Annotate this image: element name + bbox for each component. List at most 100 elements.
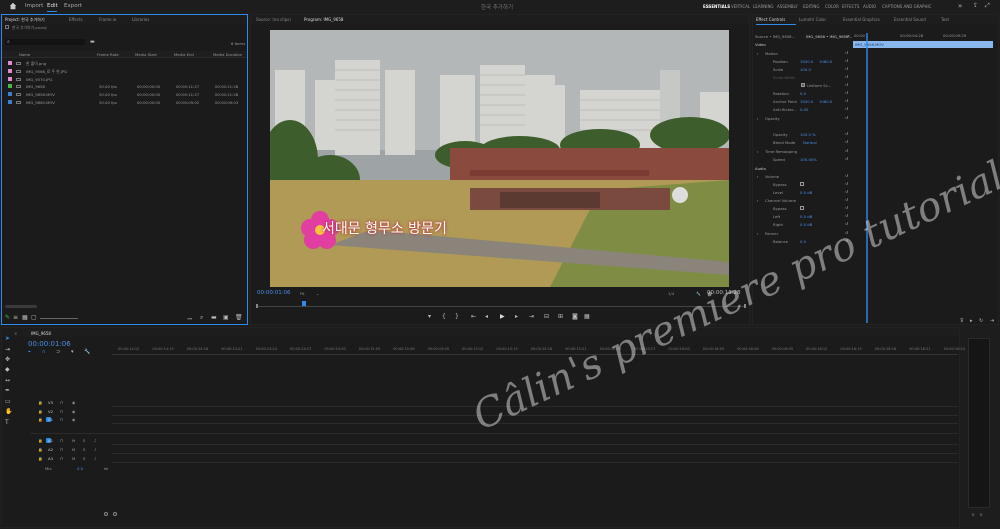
ec-export-icon[interactable]: ⇥ xyxy=(990,318,994,324)
ec-row-bypass[interactable]: Bypass ↺ xyxy=(753,181,853,188)
workspace-vertical[interactable]: VERTICAL xyxy=(731,4,750,9)
selection-tool-icon[interactable]: ➤ xyxy=(5,336,10,342)
ec-value[interactable]: 0.0 dB xyxy=(800,190,812,195)
tab-essential-graphics[interactable]: Essential Graphics xyxy=(843,17,880,22)
label-color-swatch[interactable] xyxy=(8,61,12,65)
ec-value[interactable]: 100.0 xyxy=(800,67,811,72)
tab-program[interactable]: Program: IMG_9658 xyxy=(304,17,343,22)
col-media-start[interactable]: Media Start xyxy=(135,52,157,57)
workspace-captions[interactable]: CAPTIONS AND GRAPHIC xyxy=(882,4,931,9)
ec-row-level[interactable]: Level 0.0 dB ↺ xyxy=(753,189,853,196)
ec-play-audio-icon[interactable]: ▸ xyxy=(970,318,973,324)
mute-button[interactable]: M xyxy=(72,438,75,443)
sort-icon[interactable]: ≡▾ xyxy=(187,316,192,321)
reset-icon[interactable]: ↺ xyxy=(845,66,848,71)
sync-lock-icon[interactable]: ⊓ xyxy=(60,409,63,414)
checkbox[interactable] xyxy=(801,83,805,87)
new-bin-footer-icon[interactable]: ▬ xyxy=(211,315,217,321)
ec-row-remap[interactable]: › Time Remapping ↺ xyxy=(753,148,853,155)
mute-button[interactable]: M xyxy=(72,447,75,452)
zoom-handle-right[interactable] xyxy=(113,512,117,516)
ec-row-bypass2[interactable]: Bypass ↺ xyxy=(753,205,853,212)
reset-icon[interactable]: ↺ xyxy=(845,181,848,186)
marker-icon[interactable]: ▾ xyxy=(428,314,431,320)
workspace-audio[interactable]: AUDIO xyxy=(863,4,876,9)
ec-row-motion[interactable]: › Motion ↺ xyxy=(753,50,853,57)
freeform-view-icon[interactable]: ▢ xyxy=(31,315,37,321)
ec-value[interactable]: Normal xyxy=(803,140,817,145)
workspace-essentials[interactable]: ESSENTIALS xyxy=(703,4,730,9)
ec-play-icon[interactable]: ▸ xyxy=(848,33,850,38)
ec-value[interactable]: 0.0 xyxy=(800,91,806,96)
reset-icon[interactable]: ↺ xyxy=(845,50,848,55)
ec-row-antiflicker[interactable]: Anti-flicker... 0.00 ↺ xyxy=(753,106,853,113)
checkbox[interactable] xyxy=(800,182,804,186)
label-color-swatch[interactable] xyxy=(8,84,12,89)
project-row[interactable]: IMG_9658.MOV 30.00 fps 00:00:00:00 00:00:11… xyxy=(4,91,247,98)
settings-wrench-icon[interactable]: 🔧 xyxy=(84,349,90,355)
reset-icon[interactable]: ↺ xyxy=(845,58,848,63)
reset-icon[interactable]: ↺ xyxy=(845,74,848,79)
project-row[interactable]: IMG_9658 30.00 fps 00:00:00:00 00:00:11:27 0… xyxy=(4,83,247,90)
expand-chevron-icon[interactable]: › xyxy=(757,231,759,236)
step-back-icon[interactable]: ◂ xyxy=(485,314,488,320)
menu-chevron-icon[interactable]: » xyxy=(958,3,962,10)
horizontal-scrollbar[interactable] xyxy=(5,305,37,308)
mark-out-icon[interactable]: } xyxy=(455,314,459,320)
type-tool-icon[interactable]: T xyxy=(5,420,9,426)
reset-icon[interactable]: ↺ xyxy=(845,82,848,87)
expand-chevron-icon[interactable]: › xyxy=(757,51,759,56)
fullscreen-icon[interactable]: ⤢ xyxy=(985,3,990,9)
home-icon[interactable] xyxy=(9,2,17,10)
ec-value[interactable]: 1920.0 xyxy=(800,99,813,104)
ec-row-uniform[interactable]: Uniform Sc... ↺ xyxy=(753,82,853,89)
ec-value[interactable]: 1080.0 xyxy=(819,99,832,104)
solo-right[interactable]: S xyxy=(980,512,982,517)
col-media-end[interactable]: Media End xyxy=(174,52,194,57)
share-icon[interactable]: ⇪ xyxy=(973,3,978,9)
ec-value[interactable]: 0.0 dB xyxy=(800,222,812,227)
ec-row-blend[interactable]: Blend Mode Normal ↺ xyxy=(753,139,853,146)
comparison-icon[interactable]: ▦ xyxy=(584,314,590,320)
nest-icon[interactable]: ⌖ xyxy=(28,349,31,355)
linked-selection-icon[interactable]: ⊃ xyxy=(56,349,60,355)
expand-chevron-icon[interactable]: › xyxy=(757,149,759,154)
new-item-icon[interactable]: ▣ xyxy=(223,315,229,321)
snap-icon[interactable]: ∩ xyxy=(42,349,46,355)
workspace-effects[interactable]: EFFECTS xyxy=(842,4,859,9)
mic-icon[interactable]: ♪ xyxy=(94,456,96,461)
timeline-timecode[interactable]: 00:00:01:06 xyxy=(28,340,71,348)
expand-chevron-icon[interactable]: › xyxy=(757,174,759,179)
play-icon[interactable]: ▶ xyxy=(500,314,505,320)
ec-row-left[interactable]: Left 0.0 dB ↺ xyxy=(753,213,853,220)
reset-icon[interactable]: ↺ xyxy=(845,115,848,120)
new-bin-icon[interactable]: ▬ xyxy=(90,39,95,45)
zoom-slider[interactable] xyxy=(40,318,78,319)
ec-value[interactable]: 100.0 % xyxy=(800,132,816,137)
lock-icon[interactable]: 🔒 xyxy=(38,456,43,461)
tab-timeline-sequence[interactable]: IMG_9658 xyxy=(31,331,51,336)
workspace-learning[interactable]: LEARNING xyxy=(753,4,774,9)
solo-button[interactable]: S xyxy=(83,456,85,461)
col-media-duration[interactable]: Media Duration xyxy=(213,52,242,57)
project-search-input[interactable]: ⌕ xyxy=(5,39,85,45)
mute-button[interactable]: M xyxy=(72,456,75,461)
expand-chevron-icon[interactable]: › xyxy=(757,116,759,121)
solo-left[interactable]: S xyxy=(972,512,974,517)
tab-effects[interactable]: Effects xyxy=(69,17,83,22)
list-view-icon[interactable]: ≡ xyxy=(13,315,18,321)
ec-value[interactable]: 1920.0 xyxy=(800,59,813,64)
sync-lock-icon[interactable]: ⊓ xyxy=(60,456,63,461)
tab-text[interactable]: Text xyxy=(941,17,949,22)
overwrite-icon[interactable]: ⊞ xyxy=(558,314,563,320)
mix-value[interactable]: 0.0 xyxy=(77,466,83,471)
menu-export[interactable]: Export xyxy=(64,3,82,9)
track-lane[interactable] xyxy=(112,453,958,454)
tab-libraries[interactable]: Libraries xyxy=(132,17,149,22)
reset-icon[interactable]: ↺ xyxy=(845,131,848,136)
menu-edit[interactable]: Edit xyxy=(47,3,58,9)
checkbox[interactable] xyxy=(800,206,804,210)
col-name[interactable]: Name xyxy=(19,52,30,57)
slip-tool-icon[interactable]: ↔ xyxy=(5,378,10,384)
reset-icon[interactable]: ↺ xyxy=(845,148,848,153)
